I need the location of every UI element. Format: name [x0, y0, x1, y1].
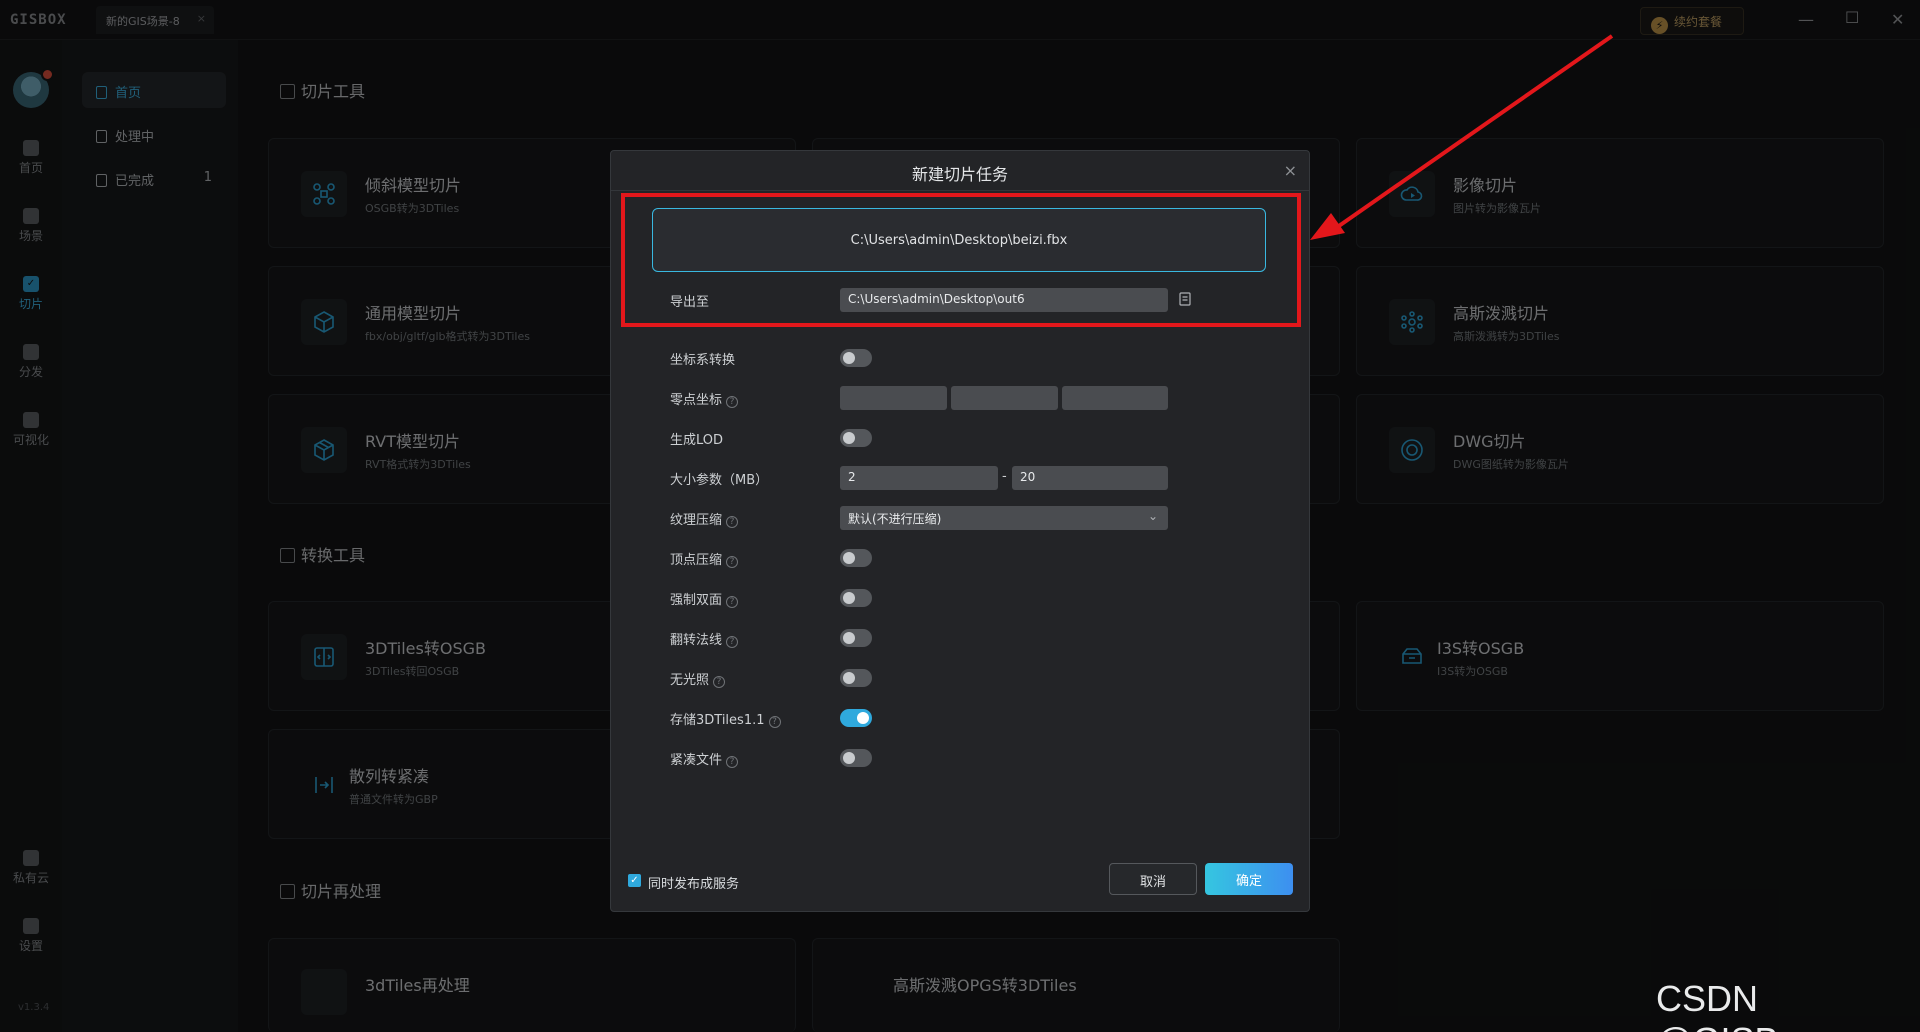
annotation-arrow	[1310, 34, 1614, 240]
watermark: CSDN @GISBox	[1656, 978, 1817, 1032]
